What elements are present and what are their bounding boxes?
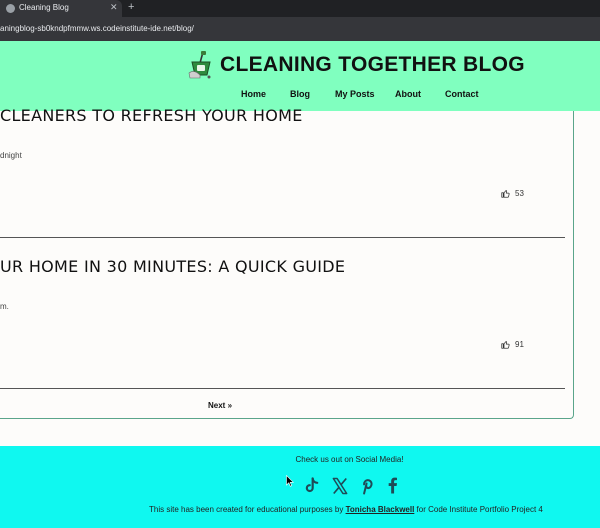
post-title[interactable]: CLEANERS TO REFRESH YOUR HOME	[0, 106, 303, 125]
credit-text-start: This site has been created for education…	[149, 505, 346, 514]
footer-social-heading: Check us out on Social Media!	[295, 455, 404, 464]
nav-about[interactable]: About	[395, 89, 421, 99]
site-header: CLEANING TOGETHER BLOG Home Blog My Post…	[0, 41, 600, 111]
pinterest-icon[interactable]	[357, 476, 377, 496]
browser-tab[interactable]: Cleaning Blog ✕	[0, 0, 122, 17]
browser-tab-bar: Cleaning Blog ✕ +	[0, 0, 600, 17]
thumbs-up-icon	[501, 341, 510, 350]
site-brand[interactable]: CLEANING TOGETHER BLOG	[220, 53, 525, 77]
nav-blog[interactable]: Blog	[290, 89, 310, 99]
tab-title: Cleaning Blog	[19, 3, 69, 12]
url-text[interactable]: aningblog-sb0kndpfmmw.ws.codeinstitute-i…	[0, 24, 194, 33]
like-button[interactable]: 53	[501, 189, 524, 199]
close-tab-icon[interactable]: ✕	[110, 2, 118, 13]
post-title[interactable]: UR HOME IN 30 MINUTES: A QUICK GUIDE	[0, 257, 345, 276]
post-excerpt: dnight	[0, 151, 22, 160]
main-nav: Home Blog My Posts About Contact	[0, 89, 600, 103]
favicon-icon	[6, 4, 15, 13]
author-link[interactable]: Tonicha Blackwell	[346, 505, 415, 514]
footer-credit: This site has been created for education…	[149, 505, 543, 514]
cleaning-bucket-logo-icon[interactable]	[188, 51, 214, 79]
like-count: 91	[515, 340, 524, 349]
post-divider	[0, 237, 565, 238]
mouse-cursor-icon	[286, 475, 294, 487]
credit-text-end: for Code Institute Portfolio Project 4	[414, 505, 543, 514]
post-divider	[0, 388, 565, 389]
site-footer: Check us out on Social Media! This site …	[0, 446, 600, 528]
like-button[interactable]: 91	[501, 340, 524, 350]
like-count: 53	[515, 189, 524, 198]
facebook-icon[interactable]	[382, 476, 402, 496]
tiktok-icon[interactable]	[301, 476, 321, 496]
nav-home[interactable]: Home	[241, 89, 266, 99]
nav-contact[interactable]: Contact	[445, 89, 479, 99]
post-excerpt: m.	[0, 302, 9, 311]
thumbs-up-icon	[501, 190, 510, 199]
nav-my-posts[interactable]: My Posts	[335, 89, 375, 99]
next-page-link[interactable]: Next »	[208, 401, 232, 410]
new-tab-button[interactable]: +	[128, 1, 134, 13]
address-bar[interactable]: aningblog-sb0kndpfmmw.ws.codeinstitute-i…	[0, 17, 600, 41]
x-icon[interactable]	[330, 476, 350, 496]
